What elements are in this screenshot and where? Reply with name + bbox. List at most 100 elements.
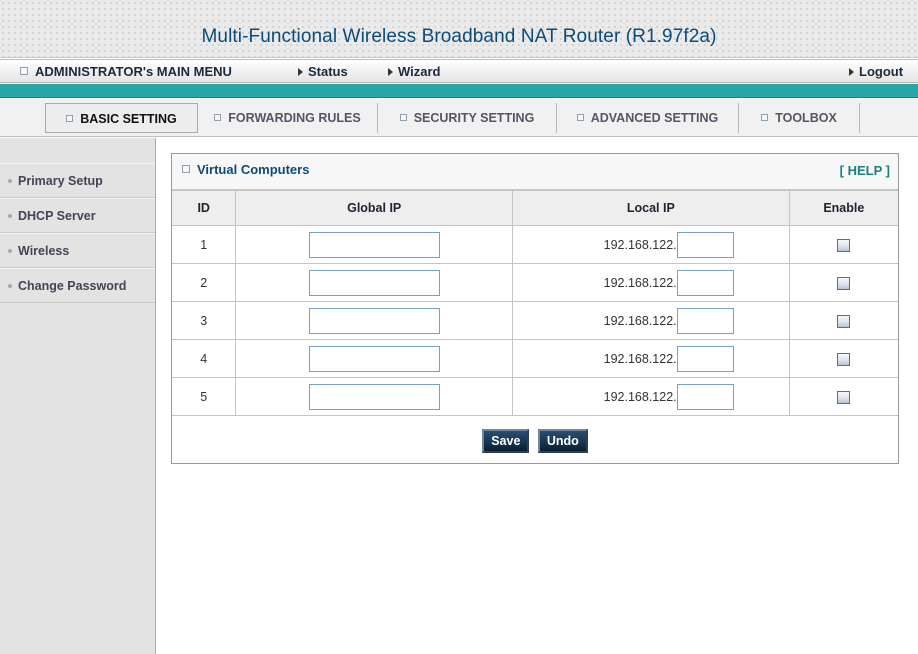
column-header-enable: Enable <box>788 190 898 226</box>
main-menu-bar: ADMINISTRATOR's MAIN MENU Status Wizard … <box>0 59 918 83</box>
virtual-computers-panel: Virtual Computers [ HELP ] ID Global IP … <box>171 153 899 464</box>
sidebar-item-label: DHCP Server <box>18 209 96 223</box>
sidebar-item-label: Wireless <box>18 244 70 258</box>
square-bullet-icon <box>399 114 407 121</box>
enable-checkbox[interactable] <box>837 314 851 328</box>
local-ip-input[interactable] <box>676 345 734 372</box>
table-row: 3 192.168.122. <box>172 301 898 340</box>
local-ip-input[interactable] <box>676 231 734 258</box>
panel-header: Virtual Computers [ HELP ] <box>172 154 898 190</box>
menu-logout-link[interactable]: Logout <box>849 64 903 79</box>
menu-status-label: Status <box>308 64 348 79</box>
arrow-right-icon <box>849 68 854 76</box>
local-ip-prefix: 192.168.122. <box>603 313 677 328</box>
sidebar-item-dhcp-server[interactable]: DHCP Server <box>0 198 155 233</box>
enable-cell <box>788 263 898 302</box>
undo-button[interactable]: Undo <box>537 429 588 453</box>
local-ip-cell: 192.168.122. <box>512 377 790 416</box>
arrow-right-icon <box>388 68 393 76</box>
global-ip-cell <box>235 263 514 302</box>
accent-divider <box>0 84 918 98</box>
arrow-right-icon <box>298 68 303 76</box>
panel-title: Virtual Computers <box>182 162 309 177</box>
form-actions: Save Undo <box>172 420 898 463</box>
local-ip-input[interactable] <box>676 307 734 334</box>
local-ip-input[interactable] <box>676 383 734 410</box>
row-id: 3 <box>172 301 237 340</box>
page-title: Multi-Functional Wireless Broadband NAT … <box>201 26 717 47</box>
sidebar: Primary Setup DHCP Server Wireless Chang… <box>0 138 156 654</box>
square-bullet-icon <box>66 115 74 122</box>
sidebar-item-change-password[interactable]: Change Password <box>0 268 155 303</box>
row-id: 5 <box>172 377 237 416</box>
table-row: 5 192.168.122. <box>172 377 898 416</box>
local-ip-cell: 192.168.122. <box>512 339 790 378</box>
help-link[interactable]: [ HELP ] <box>840 163 890 178</box>
global-ip-input[interactable] <box>308 345 440 372</box>
global-ip-input[interactable] <box>308 383 440 410</box>
tab-basic-setting[interactable]: BASIC SETTING <box>45 103 198 133</box>
table-row: 2 192.168.122. <box>172 263 898 302</box>
tab-security-setting[interactable]: SECURITY SETTING <box>378 103 557 133</box>
menu-wizard-link[interactable]: Wizard <box>388 64 441 79</box>
row-id: 4 <box>172 339 237 378</box>
menu-admin-main-label: ADMINISTRATOR's MAIN MENU <box>35 64 232 79</box>
menu-admin-main[interactable]: ADMINISTRATOR's MAIN MENU <box>20 64 232 79</box>
local-ip-prefix: 192.168.122. <box>603 351 677 366</box>
global-ip-cell <box>235 339 514 378</box>
sidebar-item-label: Change Password <box>18 279 127 293</box>
global-ip-cell <box>235 301 514 340</box>
local-ip-prefix: 192.168.122. <box>603 389 677 404</box>
sidebar-item-wireless[interactable]: Wireless <box>0 233 155 268</box>
enable-cell <box>788 225 898 264</box>
global-ip-input[interactable] <box>308 231 440 258</box>
bullet-icon <box>8 214 12 218</box>
column-header-id: ID <box>172 190 237 226</box>
row-id: 1 <box>172 225 237 264</box>
enable-checkbox[interactable] <box>837 352 851 366</box>
global-ip-input[interactable] <box>308 269 440 296</box>
menu-status-link[interactable]: Status <box>298 64 348 79</box>
table-row: 4 192.168.122. <box>172 339 898 378</box>
global-ip-input[interactable] <box>308 307 440 334</box>
square-bullet-icon <box>214 114 222 121</box>
panel-title-text: Virtual Computers <box>197 162 310 177</box>
row-id: 2 <box>172 263 237 302</box>
square-bullet-icon <box>182 165 190 173</box>
header-banner: Multi-Functional Wireless Broadband NAT … <box>0 0 918 58</box>
tab-label: SECURITY SETTING <box>413 111 535 125</box>
global-ip-cell <box>235 377 514 416</box>
enable-cell <box>788 339 898 378</box>
enable-cell <box>788 377 898 416</box>
tab-advanced-setting[interactable]: ADVANCED SETTING <box>557 103 739 133</box>
enable-checkbox[interactable] <box>837 276 851 290</box>
table-header-row: ID Global IP Local IP Enable <box>172 190 898 226</box>
settings-tab-bar: BASIC SETTING FORWARDING RULES SECURITY … <box>0 99 918 137</box>
menu-wizard-label: Wizard <box>398 64 441 79</box>
enable-checkbox[interactable] <box>837 390 851 404</box>
tab-label: FORWARDING RULES <box>228 111 361 125</box>
bullet-icon <box>8 249 12 253</box>
save-button[interactable]: Save <box>482 429 530 453</box>
sidebar-item-label: Primary Setup <box>18 174 103 188</box>
local-ip-cell: 192.168.122. <box>512 301 790 340</box>
local-ip-input[interactable] <box>676 269 734 296</box>
local-ip-cell: 192.168.122. <box>512 263 790 302</box>
bullet-icon <box>8 179 12 183</box>
tab-forwarding-rules[interactable]: FORWARDING RULES <box>198 103 378 133</box>
column-header-global-ip: Global IP <box>235 190 514 226</box>
square-bullet-icon <box>20 67 28 75</box>
local-ip-cell: 192.168.122. <box>512 225 790 264</box>
enable-checkbox[interactable] <box>837 238 851 252</box>
tab-label: ADVANCED SETTING <box>590 111 719 125</box>
column-header-local-ip: Local IP <box>512 190 790 226</box>
tab-label: BASIC SETTING <box>80 112 177 126</box>
bullet-icon <box>8 284 12 288</box>
table-row: 1 192.168.122. <box>172 225 898 264</box>
menu-logout-label: Logout <box>859 64 904 79</box>
local-ip-prefix: 192.168.122. <box>603 275 677 290</box>
enable-cell <box>788 301 898 340</box>
tab-toolbox[interactable]: TOOLBOX <box>739 103 860 133</box>
local-ip-prefix: 192.168.122. <box>603 237 677 252</box>
sidebar-item-primary-setup[interactable]: Primary Setup <box>0 163 155 198</box>
